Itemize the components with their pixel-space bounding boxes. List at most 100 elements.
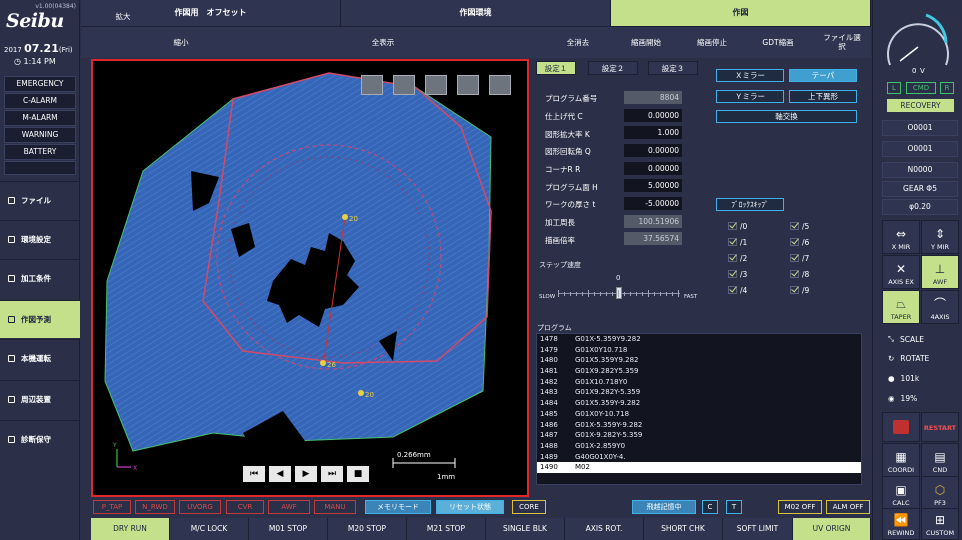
core-button[interactable]: CORE [512,500,546,514]
program-row[interactable]: 1487 G01X-9.282Y-5.359 [537,430,861,441]
skip-4-checkbox[interactable]: /4 [728,286,747,295]
tab-drawing[interactable]: 作図 [611,0,871,26]
dry-run-button[interactable]: DRY RUN [91,518,170,540]
axis-exchange-icon-button[interactable]: ✕ AXIS EX [882,255,920,289]
program-row[interactable]: 1484 G01X5.359Y-9.282 [537,398,861,409]
3d-top-icon[interactable] [489,75,511,95]
program-row[interactable]: 1478 G01X-5.359Y9.282 [537,334,861,345]
axis-swap-button[interactable]: 軸交換 [716,110,857,123]
skip-1-checkbox[interactable]: /1 [728,238,747,247]
coordinate-button[interactable]: ▦ COORDI [882,443,920,477]
tab-settings-1[interactable]: 設定１ [536,61,576,75]
skip-8-checkbox[interactable]: /8 [790,270,809,279]
alm-off-button[interactable]: ALM OFF [826,500,870,514]
param-input[interactable]: -5.00000 [624,197,682,210]
play-icon[interactable]: ▶ [295,466,317,482]
taper-button[interactable]: テーパ [789,69,857,82]
fit-view-icon[interactable] [361,75,383,95]
slider-thumb[interactable] [616,287,622,299]
n-rwd-button[interactable]: N_RWD [135,500,175,514]
recovery-button[interactable]: RECOVERY [887,99,954,112]
m02-off-button[interactable]: M02 OFF [778,500,822,514]
y-mirror-button[interactable]: Ｙミラー [716,90,784,103]
restart-button[interactable]: RESTART [921,412,959,442]
draw-start-button[interactable]: 縮画開始 [620,26,672,58]
skip-7-checkbox[interactable]: /7 [790,254,809,263]
c-button[interactable]: C [702,500,718,514]
stop-icon[interactable]: ■ [347,466,369,482]
manu-button[interactable]: MANU [314,500,356,514]
program-row[interactable]: 1482 G01X10.718Y0 [537,377,861,388]
updown-shape-button[interactable]: 上下異形 [789,90,857,103]
program-row[interactable]: 1486 G01X-5.359Y-9.282 [537,420,861,431]
program-row[interactable]: 1479 G01X0Y10.718 [537,345,861,356]
nav-diagnosis[interactable]: 診断保守 [0,420,80,458]
soft-limit-button[interactable]: SOFT LIMIT [723,518,793,540]
short-check-button[interactable]: SHORT CHK [644,518,723,540]
program-row[interactable]: 1485 G01X0Y-10.718 [537,409,861,420]
tab-settings-2[interactable]: 設定２ [588,61,638,75]
tab-environment[interactable]: 作図環境 [341,0,611,26]
program-row[interactable]: 1488 G01X-2.859Y0 [537,441,861,452]
pf3-button[interactable]: ⬡ PF3 [921,476,959,510]
memory-mode-button[interactable]: メモリモード [365,500,431,514]
param-input[interactable]: 5.00000 [624,179,682,192]
skip-2-checkbox[interactable]: /2 [728,254,747,263]
param-input[interactable]: 1.000 [624,126,682,139]
program-row[interactable]: 1481 G01X9.282Y5.359 [537,366,861,377]
nav-machining[interactable]: 加工条件 [0,259,80,297]
program-listing[interactable]: 1478 G01X-5.359Y9.282 1479 G01X0Y10.718 1480… [536,333,862,485]
draw-stop-button[interactable]: 縮画停止 [686,26,738,58]
param-input[interactable]: 0.00000 [624,109,682,122]
nav-peripheral[interactable]: 周辺装置 [0,380,80,418]
skip-9-checkbox[interactable]: /9 [790,286,809,295]
param-input[interactable]: 0.00000 [624,162,682,175]
program-row[interactable]: 1490 M02 [537,462,861,473]
step-speed-slider[interactable] [558,284,680,300]
t-button[interactable]: T [726,500,742,514]
nav-file[interactable]: ファイル [0,181,80,219]
stop-icon-button[interactable] [882,412,920,442]
awf-icon-button[interactable]: ⊥ AWF [921,255,959,289]
nav-env[interactable]: 環境設定 [0,220,80,258]
rewind-icon[interactable]: ⏮ [243,466,265,482]
hand-pan-icon[interactable] [393,75,415,95]
drawing-view[interactable]: 20 26 20 0.266mm 1mm Y X ⏮ ◀ ▶ ⏭ ■ [91,59,529,497]
uv-origin-button[interactable]: UV ORIGN [793,518,871,540]
jump-memory-button[interactable]: 飛越記憶中 [632,500,696,514]
program-row[interactable]: 1483 G01X9.282Y-5.359 [537,387,861,398]
tab-settings-3[interactable]: 設定３ [648,61,698,75]
y-mirror-icon-button[interactable]: ⇕ Y MIR [921,220,959,254]
skip-5-checkbox[interactable]: /5 [790,222,809,231]
cvr-button[interactable]: CVR [226,500,264,514]
step-back-icon[interactable]: ◀ [269,466,291,482]
x-mirror-icon-button[interactable]: ⇔ X MIR [882,220,920,254]
x-mirror-button[interactable]: Ｘミラー [716,69,784,82]
fast-forward-icon[interactable]: ⏭ [321,466,343,482]
zoom-in-button[interactable]: 拡大 [100,0,146,32]
rewind-button[interactable]: ⏪ REWIND [882,508,920,540]
hand-rotate-icon[interactable] [425,75,447,95]
custom-button[interactable]: ⊞ CUSTOM [921,508,959,540]
3d-box-icon[interactable] [457,75,479,95]
calc-button[interactable]: ▣ CALC [882,476,920,510]
param-input[interactable]: 0.00000 [624,144,682,157]
m01-stop-button[interactable]: M01 STOP [249,518,328,540]
file-select-button[interactable]: ファイル選択 [822,26,862,58]
skip-3-checkbox[interactable]: /3 [728,270,747,279]
program-row[interactable]: 1480 G01X5.359Y9.282 [537,355,861,366]
awf-button[interactable]: AWF [268,500,310,514]
m20-stop-button[interactable]: M20 STOP [328,518,407,540]
condition-button[interactable]: ▤ CND [921,443,959,477]
skip-0-checkbox[interactable]: /0 [728,222,747,231]
nav-operation[interactable]: 本機運転 [0,339,80,377]
4axis-icon-button[interactable]: ⌒ 4AXIS [921,290,959,324]
program-row[interactable]: 1489 G40G01X0Y-4. [537,452,861,463]
block-skip-button[interactable]: ﾌﾞﾛｯｸｽｷｯﾌﾟ [716,198,784,211]
nav-drawing[interactable]: 作図予測 [0,300,80,338]
clear-all-button[interactable]: 全消去 [555,26,601,58]
axis-rotation-button[interactable]: AXIS ROT. [565,518,644,540]
p-tap-button[interactable]: P_TAP [93,500,131,514]
skip-6-checkbox[interactable]: /6 [790,238,809,247]
m21-stop-button[interactable]: M21 STOP [407,518,486,540]
